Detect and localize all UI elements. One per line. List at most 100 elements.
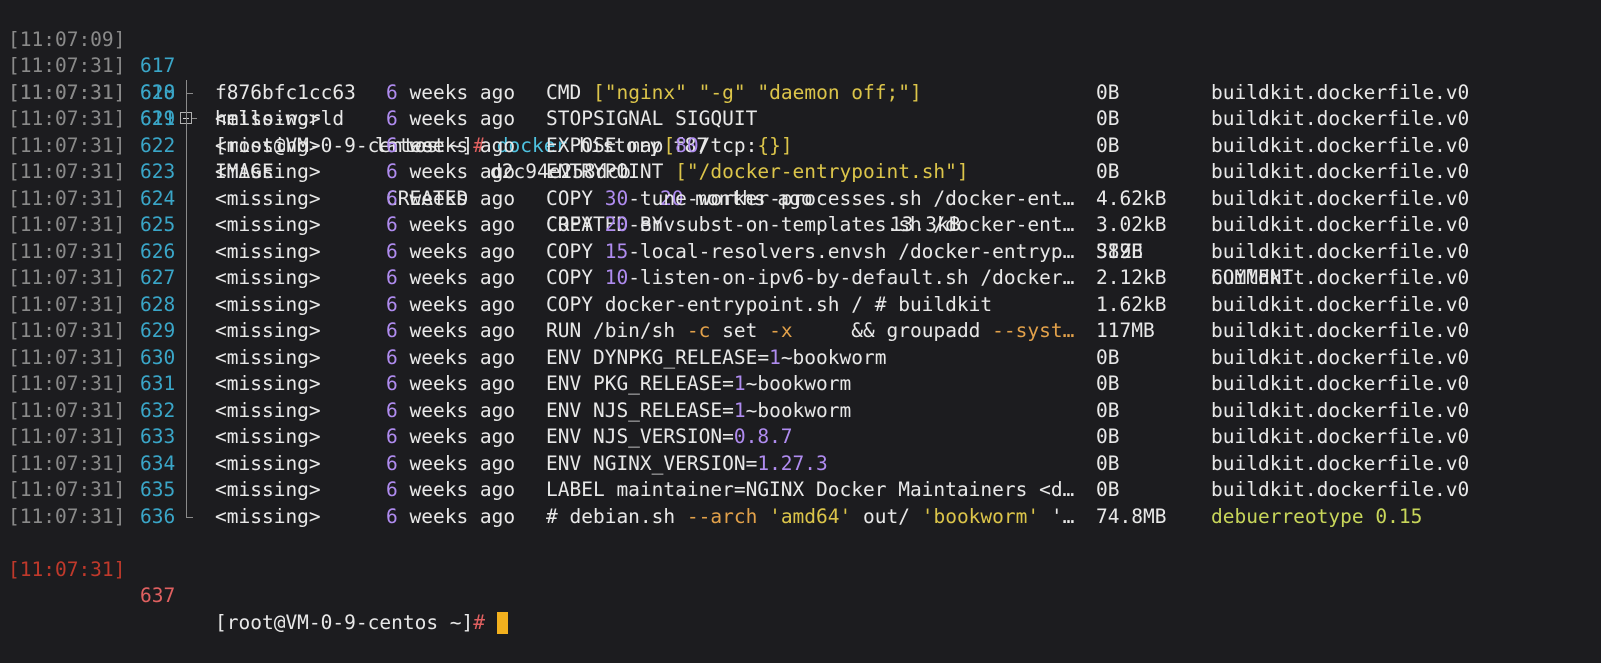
line-number: 635 bbox=[140, 478, 176, 501]
layer-comment: buildkit.dockerfile.v0 bbox=[1211, 345, 1470, 369]
shell-input[interactable]: [root@VM-0-9-centos ~]# bbox=[215, 610, 508, 637]
layer-size: 0B bbox=[1096, 398, 1120, 422]
timestamp: [11:07:31] bbox=[8, 425, 126, 448]
fold-gutter bbox=[180, 477, 194, 504]
created-number: 6 bbox=[386, 266, 398, 289]
fold-gutter bbox=[180, 132, 194, 159]
layer-created: 6 weeks ago bbox=[386, 398, 515, 425]
created-unit: weeks ago bbox=[397, 478, 516, 501]
layer-created-by: COPY 20-envsubst-on-templates.sh /docker… bbox=[546, 213, 1075, 236]
layer-created-by: ENV NJS_RELEASE=1~bookworm bbox=[546, 398, 852, 422]
created-unit: weeks ago bbox=[397, 372, 516, 395]
timestamp: [11:07:31] bbox=[8, 398, 126, 422]
layer-created-by: COPY docker-entrypoint.sh / # buildkit bbox=[546, 292, 993, 316]
created-unit: weeks ago bbox=[397, 345, 516, 369]
created-unit: weeks ago bbox=[397, 239, 516, 263]
history-row: [11:07:31] 636 <missing> 6 weeks ago # debia… bbox=[0, 503, 1601, 531]
layer-created: 6 weeks ago bbox=[386, 345, 515, 372]
created-number: 6 bbox=[386, 425, 398, 448]
line-number: 625 bbox=[140, 213, 176, 236]
timestamp: [11:07:31] bbox=[8, 372, 126, 395]
fold-gutter bbox=[180, 503, 194, 531]
history-row: [11:07:31] 626 <missing> 6 weeks ago COPY 15… bbox=[0, 238, 1601, 265]
layer-image-id: <missing> bbox=[215, 266, 321, 289]
created-number: 6 bbox=[386, 133, 398, 157]
history-row: [11:07:31] 624 <missing> 6 weeks ago COPY 30… bbox=[0, 185, 1601, 212]
line-number: 633 bbox=[140, 425, 176, 448]
layer-image-id: <missing> bbox=[215, 478, 321, 501]
timestamp: [11:07:31] bbox=[8, 133, 126, 157]
line-number: 634 bbox=[140, 451, 176, 475]
layer-created-by: ENV PKG_RELEASE=1~bookworm bbox=[546, 372, 852, 395]
layer-image-id: <missing> bbox=[215, 451, 321, 475]
layer-created: 6 weeks ago bbox=[386, 159, 515, 186]
created-number: 6 bbox=[386, 372, 398, 395]
timestamp: [11:07:31] bbox=[8, 186, 126, 210]
layer-created: 6 weeks ago bbox=[386, 106, 515, 133]
layer-comment: buildkit.dockerfile.v0 bbox=[1211, 451, 1470, 475]
created-number: 6 bbox=[386, 319, 398, 342]
layer-image-id: <missing> bbox=[215, 319, 321, 342]
created-number: 6 bbox=[386, 451, 398, 475]
layer-image-id: <missing> bbox=[215, 133, 321, 157]
created-unit: weeks ago bbox=[397, 266, 516, 289]
created-number: 6 bbox=[386, 80, 398, 104]
timestamp: [11:07:31] bbox=[8, 213, 126, 236]
layer-comment: buildkit.dockerfile.v0 bbox=[1211, 398, 1470, 422]
layer-image-id: <missing> bbox=[215, 425, 321, 448]
created-unit: weeks ago bbox=[397, 160, 516, 183]
output-line-617: [11:07:09] 617 hello-world latest d2c94e… bbox=[0, 0, 1601, 237]
created-number: 6 bbox=[386, 186, 398, 210]
created-number: 6 bbox=[386, 398, 398, 422]
command-line-618: [11:07:31] 618 [root@VM-0-9-centos ~]# d… bbox=[0, 27, 1601, 157]
line-number: 630 bbox=[140, 345, 176, 369]
layer-comment: buildkit.dockerfile.v0 bbox=[1211, 107, 1470, 130]
layer-size: 0B bbox=[1096, 478, 1120, 501]
layer-created-by: COPY 10-listen-on-ipv6-by-default.sh /do… bbox=[546, 266, 1075, 289]
history-row: [11:07:31] 633 <missing> 6 weeks ago ENV NJS… bbox=[0, 424, 1601, 451]
created-unit: weeks ago bbox=[397, 319, 516, 342]
created-unit: weeks ago bbox=[397, 292, 516, 316]
history-row: [11:07:31] 625 <missing> 6 weeks ago COPY 20… bbox=[0, 212, 1601, 239]
layer-created: 6 weeks ago bbox=[386, 451, 515, 478]
layer-created: 6 weeks ago bbox=[386, 212, 515, 239]
fold-gutter bbox=[180, 238, 194, 265]
layer-created-by: ENV NGINX_VERSION=1.27.3 bbox=[546, 451, 828, 475]
timestamp: [11:07:31] bbox=[8, 451, 126, 475]
terminal-window[interactable]: [11:07:09] 617 hello-world latest d2c94e… bbox=[0, 0, 1601, 634]
fold-gutter bbox=[180, 371, 194, 398]
layer-size: 0B bbox=[1096, 345, 1120, 369]
layer-created-by: # debian.sh --arch 'amd64' out/ 'bookwor… bbox=[546, 504, 1075, 528]
layer-image-id: <missing> bbox=[215, 186, 321, 210]
created-number: 6 bbox=[386, 345, 398, 369]
prompt-symbol: # bbox=[473, 610, 486, 634]
layer-created-by: RUN /bin/sh -c set -x && groupadd --syst… bbox=[546, 319, 1075, 342]
fold-gutter bbox=[180, 344, 194, 371]
layer-created-by: COPY 15-local-resolvers.envsh /docker-en… bbox=[546, 239, 1075, 263]
history-row: [11:07:31] 630 <missing> 6 weeks ago ENV DYN… bbox=[0, 344, 1601, 372]
line-number: 620 bbox=[140, 80, 176, 104]
layer-image-id: <missing> bbox=[215, 292, 321, 316]
layer-size: 0B bbox=[1096, 80, 1120, 104]
history-row: [11:07:31] 628 <missing> 6 weeks ago COPY do… bbox=[0, 291, 1601, 318]
fold-gutter bbox=[180, 212, 194, 239]
layer-image-id: <missing> bbox=[215, 372, 321, 395]
layer-comment: debuerreotype 0.15 bbox=[1211, 504, 1423, 528]
fold-gutter bbox=[180, 79, 194, 106]
history-row: [11:07:31] 627 <missing> 6 weeks ago COPY 10… bbox=[0, 265, 1601, 292]
created-unit: weeks ago bbox=[397, 107, 516, 130]
shell-prompt: [root@VM-0-9-centos ~] bbox=[215, 610, 474, 634]
fold-gutter bbox=[180, 159, 194, 186]
layer-comment: buildkit.dockerfile.v0 bbox=[1211, 478, 1470, 501]
line-number: 626 bbox=[140, 239, 176, 263]
created-unit: weeks ago bbox=[397, 425, 516, 448]
created-unit: weeks ago bbox=[397, 213, 516, 236]
layer-image-id: <missing> bbox=[215, 239, 321, 263]
layer-created: 6 weeks ago bbox=[386, 477, 515, 504]
line-number: 621 bbox=[140, 107, 176, 130]
layer-comment: buildkit.dockerfile.v0 bbox=[1211, 425, 1470, 448]
layer-created-by: STOPSIGNAL SIGQUIT bbox=[546, 107, 758, 130]
layer-comment: buildkit.dockerfile.v0 bbox=[1211, 80, 1470, 104]
timestamp: [11:07:31] bbox=[8, 239, 126, 263]
layer-size: 4.62kB bbox=[1096, 186, 1167, 210]
